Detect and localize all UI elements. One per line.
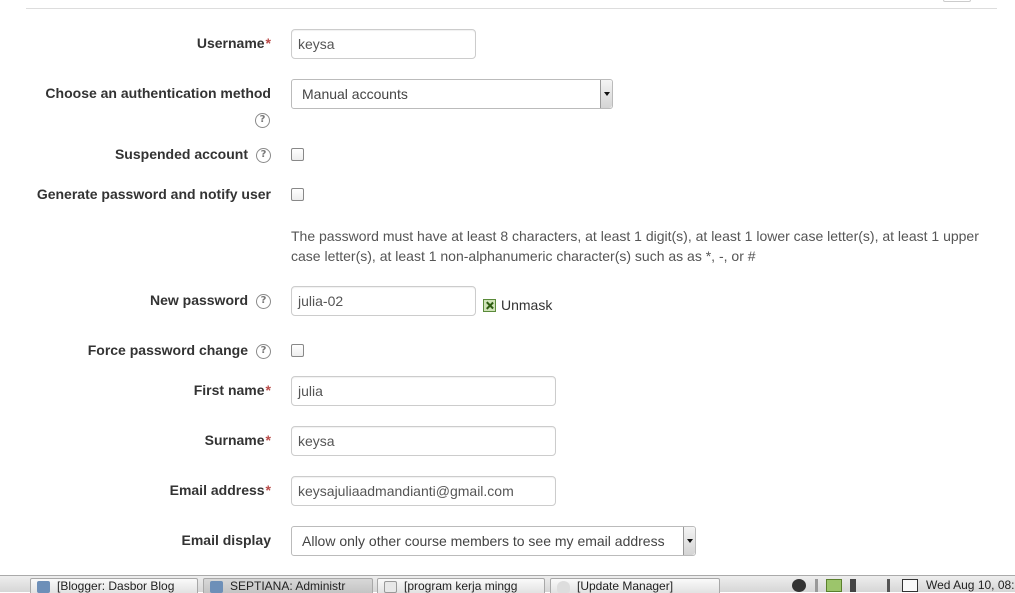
network-icon[interactable] bbox=[792, 579, 806, 592]
generate-password-label: Generate password and notify user bbox=[36, 186, 271, 202]
force-change-help-icon[interactable]: ? bbox=[256, 343, 271, 359]
email-label: Email address* bbox=[169, 482, 271, 498]
email-input[interactable]: keysajuliaadmandianti@gmail.com bbox=[291, 476, 556, 506]
tray-separator bbox=[815, 579, 818, 592]
browser-icon bbox=[210, 581, 223, 593]
username-label: Username* bbox=[196, 35, 271, 51]
task-label: [Update Manager] bbox=[577, 579, 674, 593]
browser-icon bbox=[37, 581, 50, 593]
surname-label: Surname* bbox=[204, 432, 271, 448]
taskbar-item-update-manager[interactable]: [Update Manager] bbox=[550, 578, 720, 593]
taskbar-item-program[interactable]: [program kerja mingg bbox=[377, 578, 545, 593]
first-name-input[interactable]: julia bbox=[291, 376, 556, 406]
task-label: SEPTIANA: Administr bbox=[230, 579, 346, 593]
required-marker: * bbox=[265, 35, 271, 51]
new-password-label: New password? bbox=[150, 292, 271, 309]
new-password-help-icon[interactable]: ? bbox=[256, 293, 271, 309]
volume-icon[interactable] bbox=[850, 579, 868, 592]
clock[interactable]: Wed Aug 10, 08: bbox=[926, 578, 1015, 592]
shield-icon bbox=[557, 581, 570, 593]
password-policy-text: The password must have at least 8 charac… bbox=[291, 228, 979, 264]
generate-password-checkbox[interactable] bbox=[291, 188, 304, 201]
required-marker: * bbox=[265, 432, 271, 448]
dropdown-arrow-icon bbox=[683, 527, 695, 555]
auth-method-value: Manual accounts bbox=[302, 86, 408, 102]
taskbar-item-septiana[interactable]: SEPTIANA: Administr bbox=[203, 578, 373, 593]
signal-icon[interactable] bbox=[880, 579, 890, 592]
surname-input[interactable]: keysa bbox=[291, 426, 556, 456]
force-password-change-checkbox[interactable] bbox=[291, 344, 304, 357]
email-display-value: Allow only other course members to see m… bbox=[302, 533, 665, 549]
unmask-toggle[interactable]: Unmask bbox=[483, 297, 552, 313]
email-display-label: Email display bbox=[181, 532, 271, 548]
task-label: [program kerja mingg bbox=[404, 579, 518, 593]
auth-method-help-icon[interactable]: ? bbox=[255, 113, 270, 128]
suspended-help-icon[interactable]: ? bbox=[256, 147, 271, 163]
required-marker: * bbox=[265, 482, 271, 498]
force-password-change-label: Force password change? bbox=[88, 342, 271, 359]
unmask-checkbox-icon[interactable] bbox=[483, 299, 496, 312]
display-icon[interactable] bbox=[902, 579, 918, 592]
taskbar: [Blogger: Dasbor Blog SEPTIANA: Administ… bbox=[0, 575, 1015, 593]
form-top-divider bbox=[26, 8, 997, 9]
suspended-account-checkbox[interactable] bbox=[291, 148, 304, 161]
auth-method-select[interactable]: Manual accounts bbox=[291, 79, 613, 109]
document-icon bbox=[384, 581, 397, 593]
taskbar-item-blogger[interactable]: [Blogger: Dasbor Blog bbox=[30, 578, 198, 593]
auth-method-label: Choose an authentication method bbox=[45, 85, 271, 101]
task-label: [Blogger: Dasbor Blog bbox=[57, 579, 175, 593]
email-display-select[interactable]: Allow only other course members to see m… bbox=[291, 526, 696, 556]
username-input[interactable]: keysa bbox=[291, 29, 476, 59]
unmask-label: Unmask bbox=[501, 297, 553, 313]
suspended-account-label: Suspended account? bbox=[115, 146, 271, 163]
top-edge-control bbox=[943, 0, 971, 2]
update-check-icon[interactable] bbox=[826, 579, 842, 592]
first-name-label: First name* bbox=[193, 382, 271, 398]
dropdown-arrow-icon bbox=[600, 80, 612, 108]
new-password-input[interactable]: julia-02 bbox=[291, 286, 476, 316]
required-marker: * bbox=[265, 382, 271, 398]
